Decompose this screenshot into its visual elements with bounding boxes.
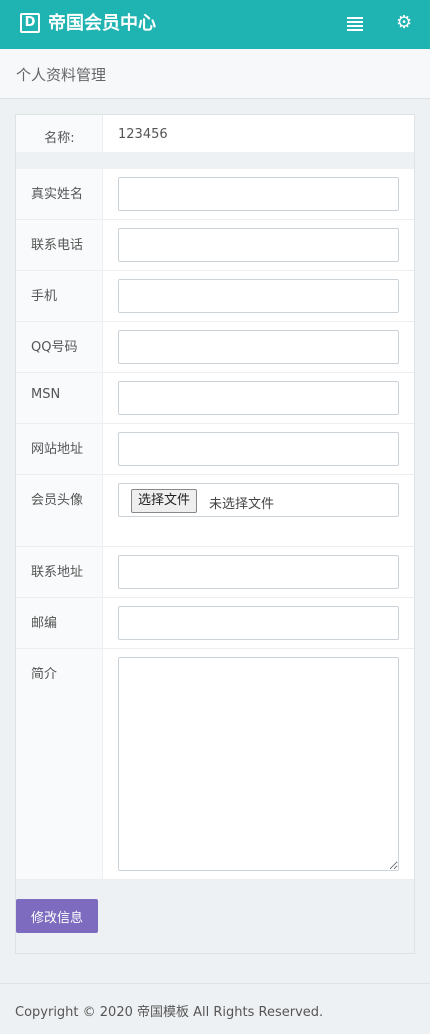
field-label: 手机 [31,289,58,304]
name-value: 123456 [118,127,168,142]
msn-input[interactable] [118,381,399,415]
field-row-mobile: 手机 [16,271,414,322]
field-row-avatar: 会员头像 选择文件 未选择文件 [16,475,414,547]
choose-file-button[interactable]: 选择文件 [131,489,198,513]
real-name-input[interactable] [118,177,399,211]
field-row-real-name: 真实姓名 [16,169,414,220]
field-label: 会员头像 [31,493,84,508]
field-row-address: 联系地址 [16,547,414,598]
page-title: 个人资料管理 [16,66,107,84]
profile-form: 名称: 123456 真实姓名 联系电话 手机 QQ号码 MSN 网站地址 会员… [15,114,415,954]
list-icon[interactable] [347,17,363,32]
field-label: 真实姓名 [31,187,84,202]
field-row-zipcode: 邮编 [16,598,414,649]
zipcode-input[interactable] [118,606,399,640]
app-title[interactable]: 帝国会员中心 [48,12,156,36]
field-label: 联系地址 [31,565,84,580]
field-label: 邮编 [31,616,58,631]
mobile-input[interactable] [118,279,399,313]
field-label: 网站地址 [31,442,84,457]
top-bar: D 帝国会员中心 ⚙ [0,0,430,49]
website-input[interactable] [118,432,399,466]
page-header: 个人资料管理 [0,49,430,99]
gear-icon[interactable]: ⚙ [396,14,414,32]
copyright-text: Copyright © 2020 帝国模板 All Rights Reserve… [15,1005,324,1020]
bio-textarea[interactable] [118,657,399,871]
field-label: MSN [31,387,61,402]
field-row-msn: MSN [16,373,414,424]
phone-input[interactable] [118,228,399,262]
footer: Copyright © 2020 帝国模板 All Rights Reserve… [0,983,430,1034]
name-row: 名称: 123456 [16,115,414,153]
field-label: QQ号码 [31,340,78,355]
name-label: 名称: [44,131,75,146]
address-input[interactable] [118,555,399,589]
file-status: 未选择文件 [209,497,275,512]
qq-input[interactable] [118,330,399,364]
avatar-file-input: 选择文件 未选择文件 [118,483,399,517]
field-label: 简介 [31,667,58,682]
field-row-phone: 联系电话 [16,220,414,271]
field-label: 联系电话 [31,238,84,253]
field-row-qq: QQ号码 [16,322,414,373]
divider [16,153,414,169]
submit-button[interactable]: 修改信息 [16,899,98,933]
field-row-website: 网站地址 [16,424,414,475]
logo[interactable]: D [20,13,40,33]
field-row-bio: 简介 [16,649,414,880]
